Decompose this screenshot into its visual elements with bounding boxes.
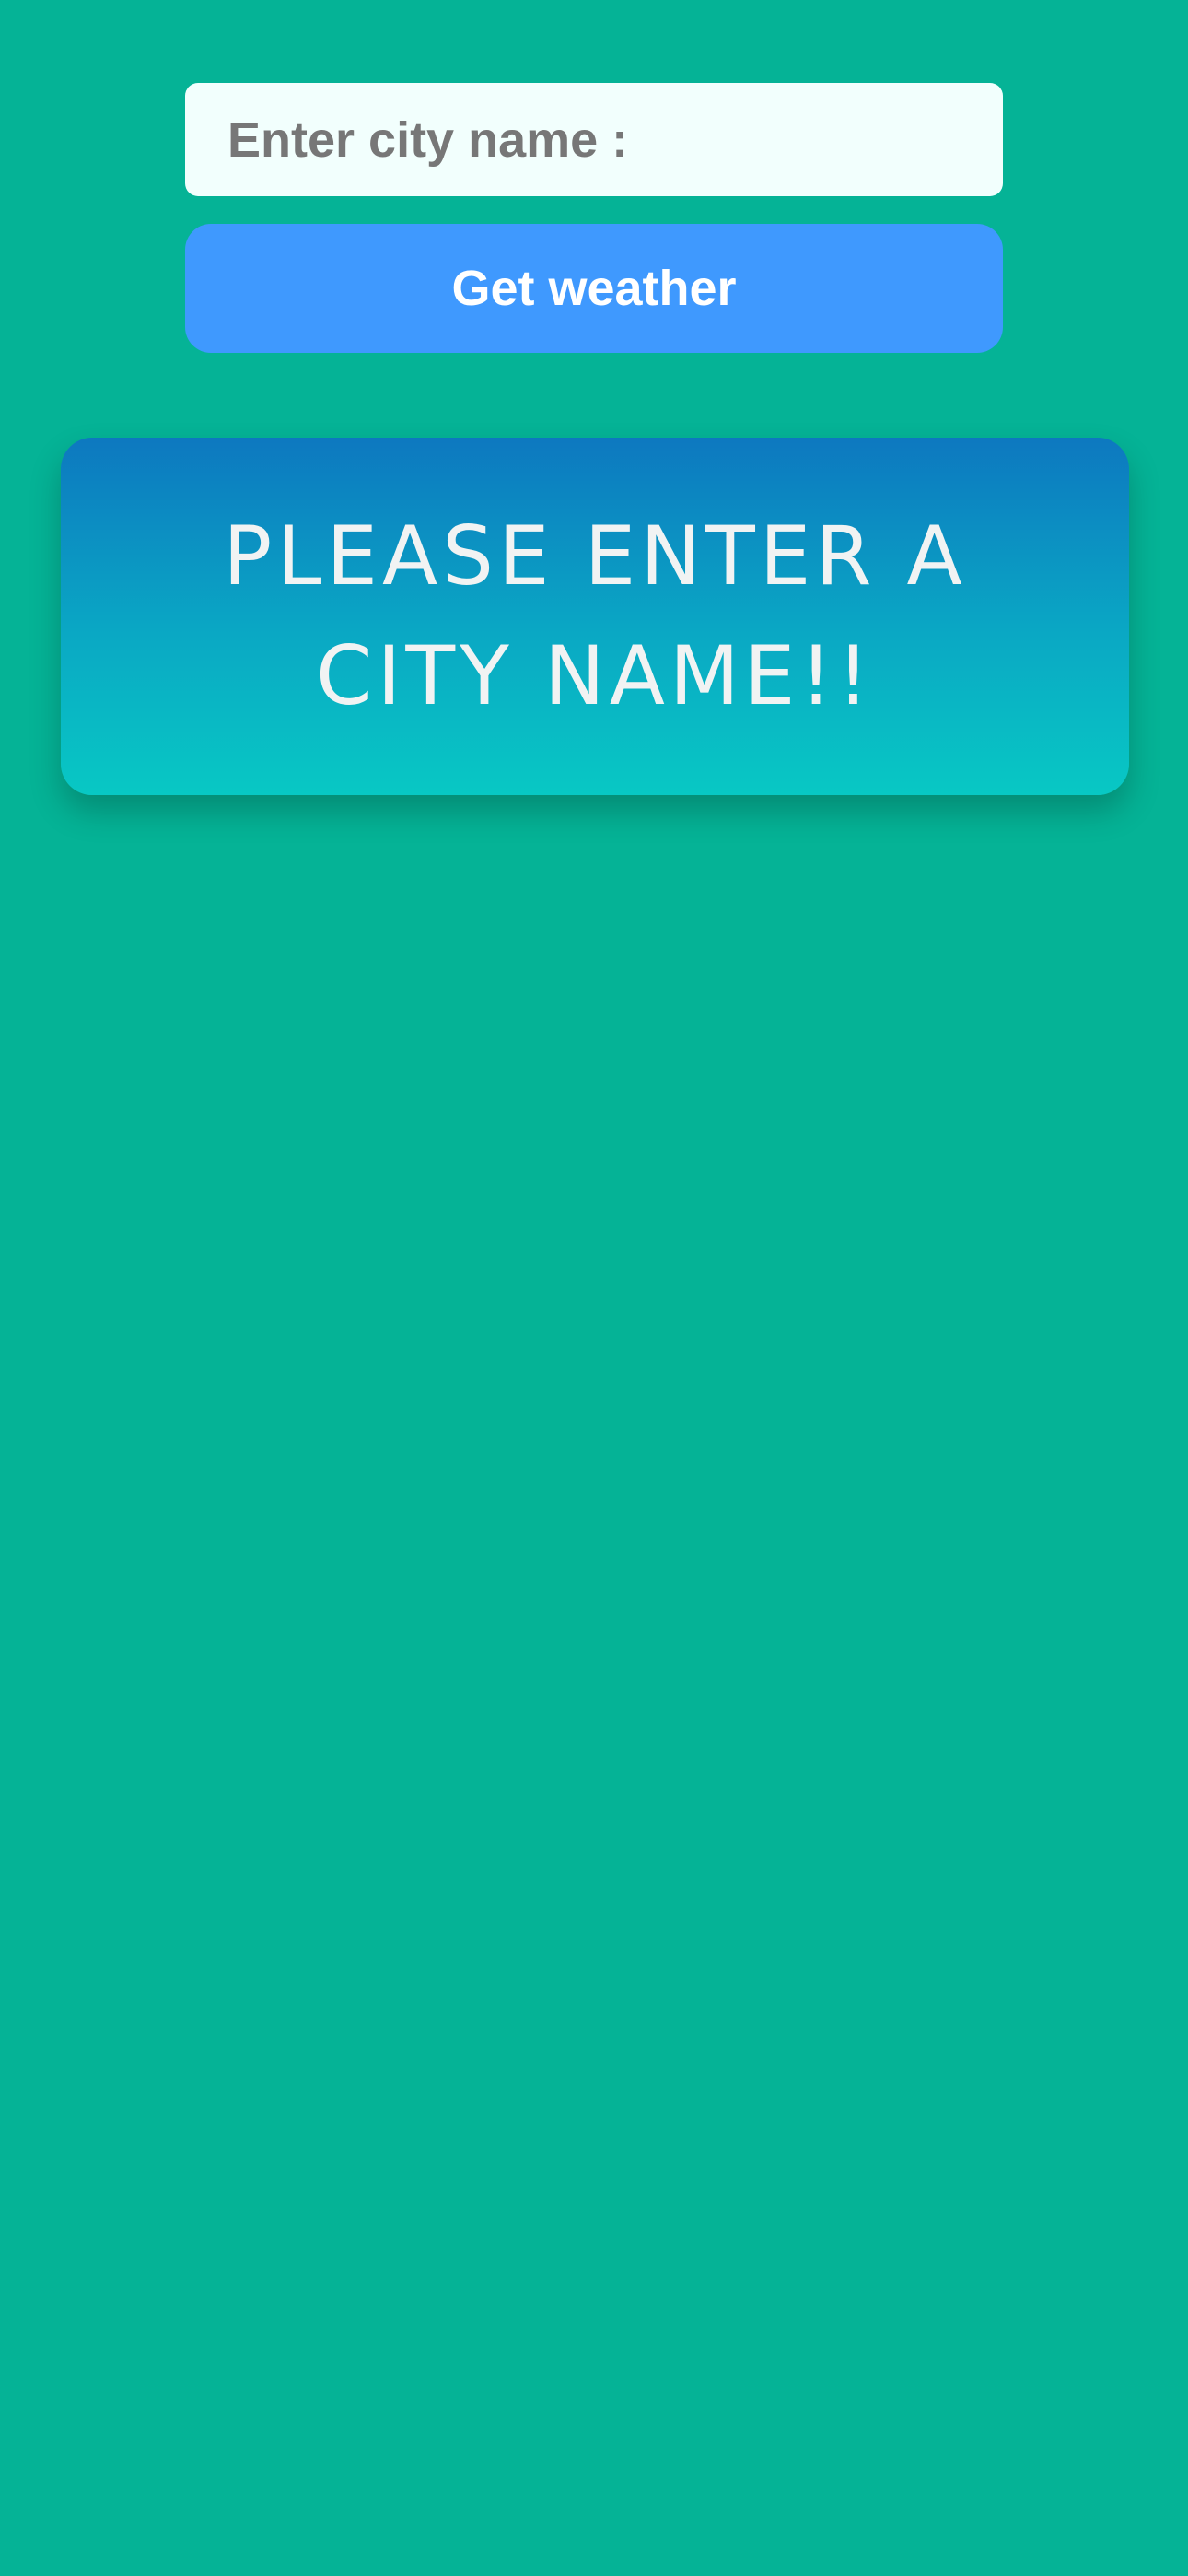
city-name-input[interactable] <box>185 83 1003 196</box>
city-required-message: PLEASE ENTER A CITY NAME!! <box>223 509 967 723</box>
weather-app: Get weather PLEASE ENTER A CITY NAME!! <box>0 0 1188 2576</box>
weather-message-card: PLEASE ENTER A CITY NAME!! <box>61 438 1129 795</box>
get-weather-button[interactable]: Get weather <box>185 224 1003 353</box>
